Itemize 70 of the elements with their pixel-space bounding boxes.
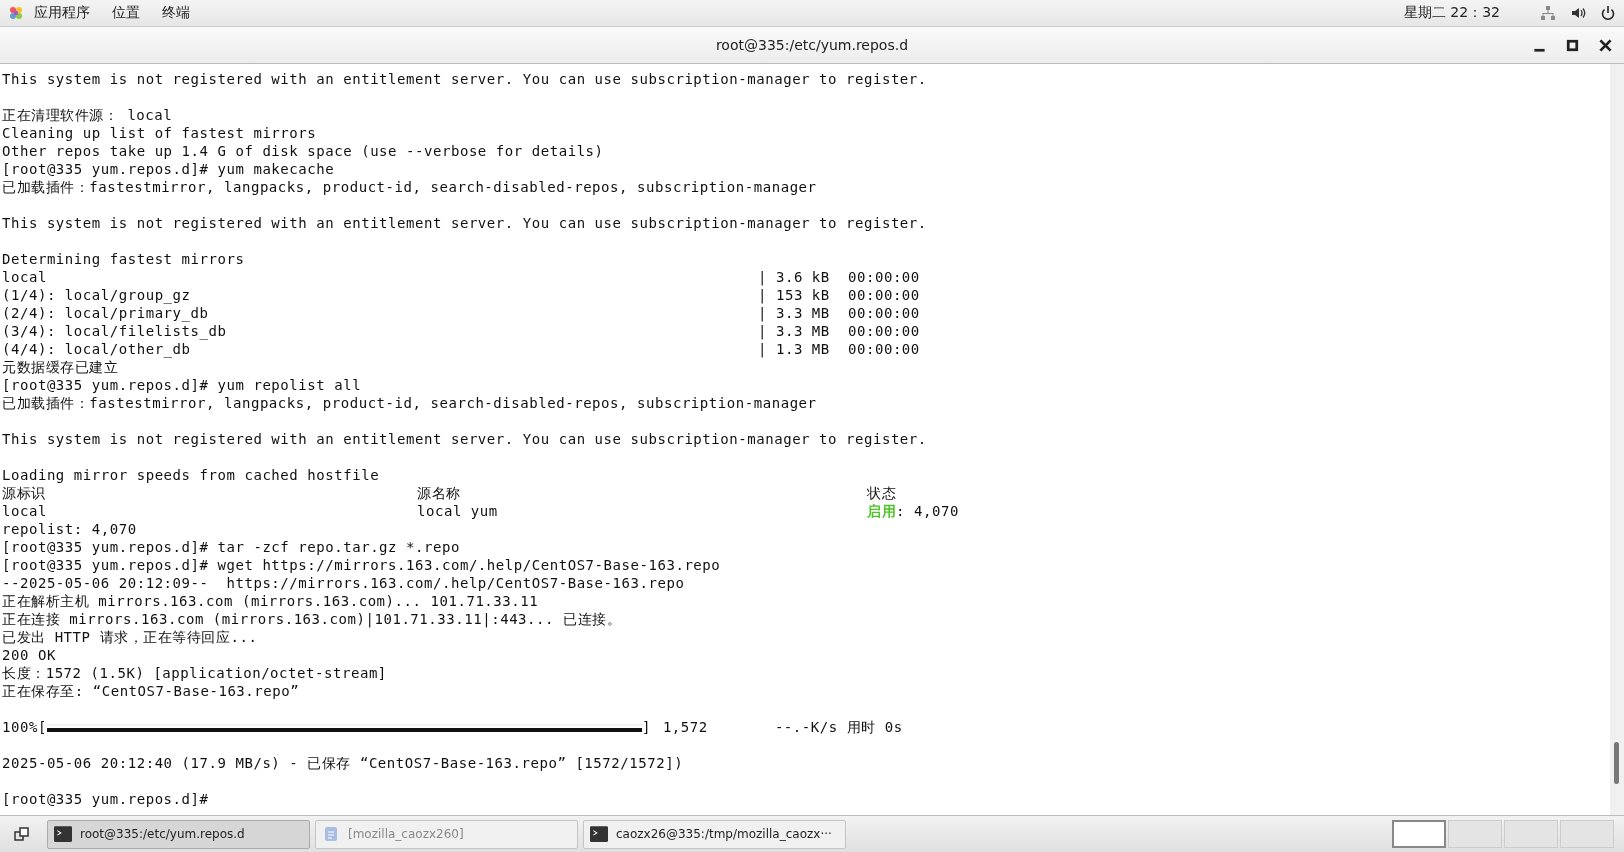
terminal-text: 状态 xyxy=(867,484,897,502)
terminal-text: : 4,070 xyxy=(896,502,959,520)
terminal-line: 已发出 HTTP 请求，正在等待回应... xyxy=(1,628,259,646)
terminal-text: (2/4): local/primary_db xyxy=(2,304,210,322)
terminal-line: This system is not registered with an entitlement server. You can use subscription-manager to register. xyxy=(1,430,928,448)
terminal-text: local xyxy=(2,502,48,520)
terminal-line: 正在保存至: “CentOS7-Base-163.repo” xyxy=(1,682,301,700)
terminal-line: [root@335 yum.repos.d]# yum makecache xyxy=(1,160,336,178)
terminal-text: | 3.3 MB xyxy=(758,322,831,340)
terminal-line: repolist: 4,070 xyxy=(1,520,138,538)
terminal-text: 1,572 xyxy=(662,718,709,736)
terminal-line: [root@335 yum.repos.d]# wget https://mirrors.163.com/.help/CentOS7-Base-163.repo xyxy=(1,556,722,574)
clock[interactable]: 星期二 22：32 xyxy=(1403,4,1500,22)
terminal-text: local yum xyxy=(417,502,499,520)
terminal-text: 00:00:00 xyxy=(848,322,920,340)
terminal-text: (4/4): local/other_db xyxy=(2,340,192,358)
terminal-text: | 3.3 MB xyxy=(758,304,831,322)
terminal-line: 2025-05-06 20:12:40 (17.9 MB/s) - 已保存 “CentOS7-Base-163.repo” [1572/1572]) xyxy=(1,754,685,772)
terminal-text: (1/4): local/group_gz xyxy=(2,286,192,304)
status-label: 启用 xyxy=(867,502,897,520)
maximize-icon[interactable] xyxy=(1564,37,1581,54)
terminal-line: [root@335 yum.repos.d]# tar -zcf repo.tar.gz *.repo xyxy=(1,538,461,556)
terminal-text: --.-K/s 用时 0s xyxy=(774,718,903,736)
terminal-text: 源名称 xyxy=(417,484,462,502)
terminal-line: 已加载插件：fastestmirror, langpacks, product-id, search-disabled-repos, subscription-manager xyxy=(1,394,818,412)
terminal-text: 00:00:00 xyxy=(848,304,920,322)
terminal-line: Loading mirror speeds from cached hostfile xyxy=(1,466,381,484)
terminal-text: 源标识 xyxy=(2,484,47,502)
terminal-line: This system is not registered with an entitlement server. You can use subscription-manager to register. xyxy=(1,70,928,88)
terminal-line: Cleaning up list of fastest mirrors xyxy=(1,124,318,142)
terminal-line: 200 OK xyxy=(1,646,57,664)
panel-menu[interactable]: 终端 xyxy=(162,4,190,22)
panel-menu[interactable]: 位置 xyxy=(112,4,140,22)
scrollbar-thumb[interactable] xyxy=(1614,742,1619,784)
network-icon[interactable] xyxy=(1540,5,1556,21)
close-icon[interactable] xyxy=(1597,37,1614,54)
volume-icon[interactable] xyxy=(1570,5,1586,21)
task-button[interactable]: caozx26@335:/tmp/mozilla_caozx··· xyxy=(583,819,846,849)
terminal-line: [root@335 yum.repos.d]# xyxy=(1,790,210,808)
terminal-line: 正在清理软件源： local xyxy=(1,106,174,124)
terminal-text: | 1.3 MB xyxy=(758,340,831,358)
terminal-line: 已加载插件：fastestmirror, langpacks, product-id, search-disabled-repos, subscription-manager xyxy=(1,178,818,196)
terminal-line: --2025-05-06 20:12:09-- https://mirrors.163.com/.help/CentOS7-Base-163.repo xyxy=(1,574,686,592)
terminal-line: This system is not registered with an entitlement server. You can use subscription-manager to register. xyxy=(1,214,928,232)
terminal-text: ] xyxy=(641,718,651,736)
terminal-text: (3/4): local/filelists_db xyxy=(2,322,228,340)
terminal-line: Determining fastest mirrors xyxy=(1,250,246,268)
terminal-text: 100%[ xyxy=(2,718,47,736)
task-button[interactable]: root@335:/etc/yum.repos.d xyxy=(47,819,310,849)
terminal-line: 元数据缓存已建立 xyxy=(1,358,120,376)
terminal-icon xyxy=(54,826,72,842)
show-desktop-icon[interactable] xyxy=(14,826,30,842)
terminal-text: 00:00:00 xyxy=(848,268,920,286)
workspace-button[interactable] xyxy=(1392,820,1446,848)
terminal-line: Other repos take up 1.4 G of disk space (use --verbose for details) xyxy=(1,142,605,160)
terminal-text: local xyxy=(2,268,48,286)
terminal-icon xyxy=(590,826,608,842)
terminal-line: [root@335 yum.repos.d]# yum repolist all xyxy=(1,376,363,394)
terminal-text: | 3.6 kB xyxy=(758,268,831,286)
document-icon xyxy=(322,826,340,842)
terminal-text: | 153 kB xyxy=(758,286,831,304)
flower-icon[interactable] xyxy=(8,5,24,21)
terminal-text: 00:00:00 xyxy=(848,340,920,358)
terminal-line: 正在连接 mirrors.163.com (mirrors.163.com)|101.71.33.11|:443... 已连接。 xyxy=(1,610,623,628)
terminal-text: 00:00:00 xyxy=(848,286,920,304)
window-title: root@335:/etc/yum.repos.d xyxy=(715,37,909,53)
terminal-line: 长度：1572 (1.5K) [application/octet-stream] xyxy=(1,664,388,682)
power-icon[interactable] xyxy=(1600,5,1616,21)
panel-menu[interactable]: 应用程序 xyxy=(34,4,90,22)
terminal-line: 正在解析主机 mirrors.163.com (mirrors.163.com)... 101.71.33.11 xyxy=(1,592,540,610)
